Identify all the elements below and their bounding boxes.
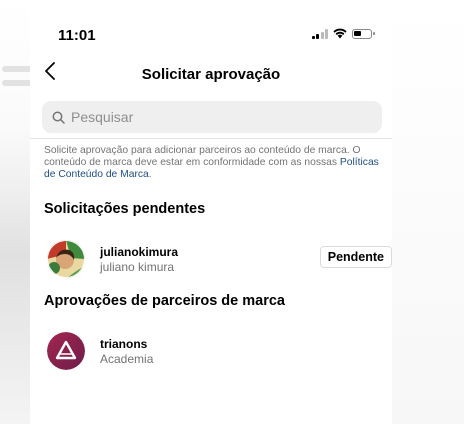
trianons-logo-icon [47,332,85,370]
avatar[interactable] [47,332,85,370]
search-bar[interactable] [42,101,382,133]
divider [30,138,392,139]
page-title: Solicitar aprovação [141,66,281,83]
pending-requests-heading: Solicitações pendentes [44,201,206,217]
wifi-icon [333,28,347,39]
partner-category: Academia [100,352,154,366]
description-end: . [148,169,152,180]
search-input[interactable] [71,109,382,125]
description-body: Solicite aprovação para adicionar parcei… [44,145,361,168]
brand-partner-approvals-heading: Aprovações de parceiros de marca [44,293,285,309]
avatar[interactable] [47,240,85,278]
search-icon [52,111,65,124]
partner-username: trianons [100,337,148,351]
nav-bar: Solicitar aprovação [30,56,392,92]
julianokimura-avatar-image [47,240,85,278]
status-time: 11:01 [58,27,96,44]
pending-username: julianokimura [100,245,179,259]
background-right-blur [392,0,464,424]
phone-screen: 11:01 Solicitar aprovação Pesquisar Soli… [30,0,392,424]
brand-partner-row[interactable]: trianons Academia [44,332,384,372]
pending-fullname: juliano kimura [100,260,175,274]
status-icons [311,28,375,39]
pending-request-row[interactable]: julianokimura juliano kimura Pendente [44,240,392,280]
signal-icon [311,28,328,39]
pending-button[interactable]: Pendente [319,246,392,268]
description-text: Solicite aprovação para adicionar parcei… [44,145,382,181]
status-bar: 11:01 [30,0,392,56]
battery-icon [352,28,375,39]
